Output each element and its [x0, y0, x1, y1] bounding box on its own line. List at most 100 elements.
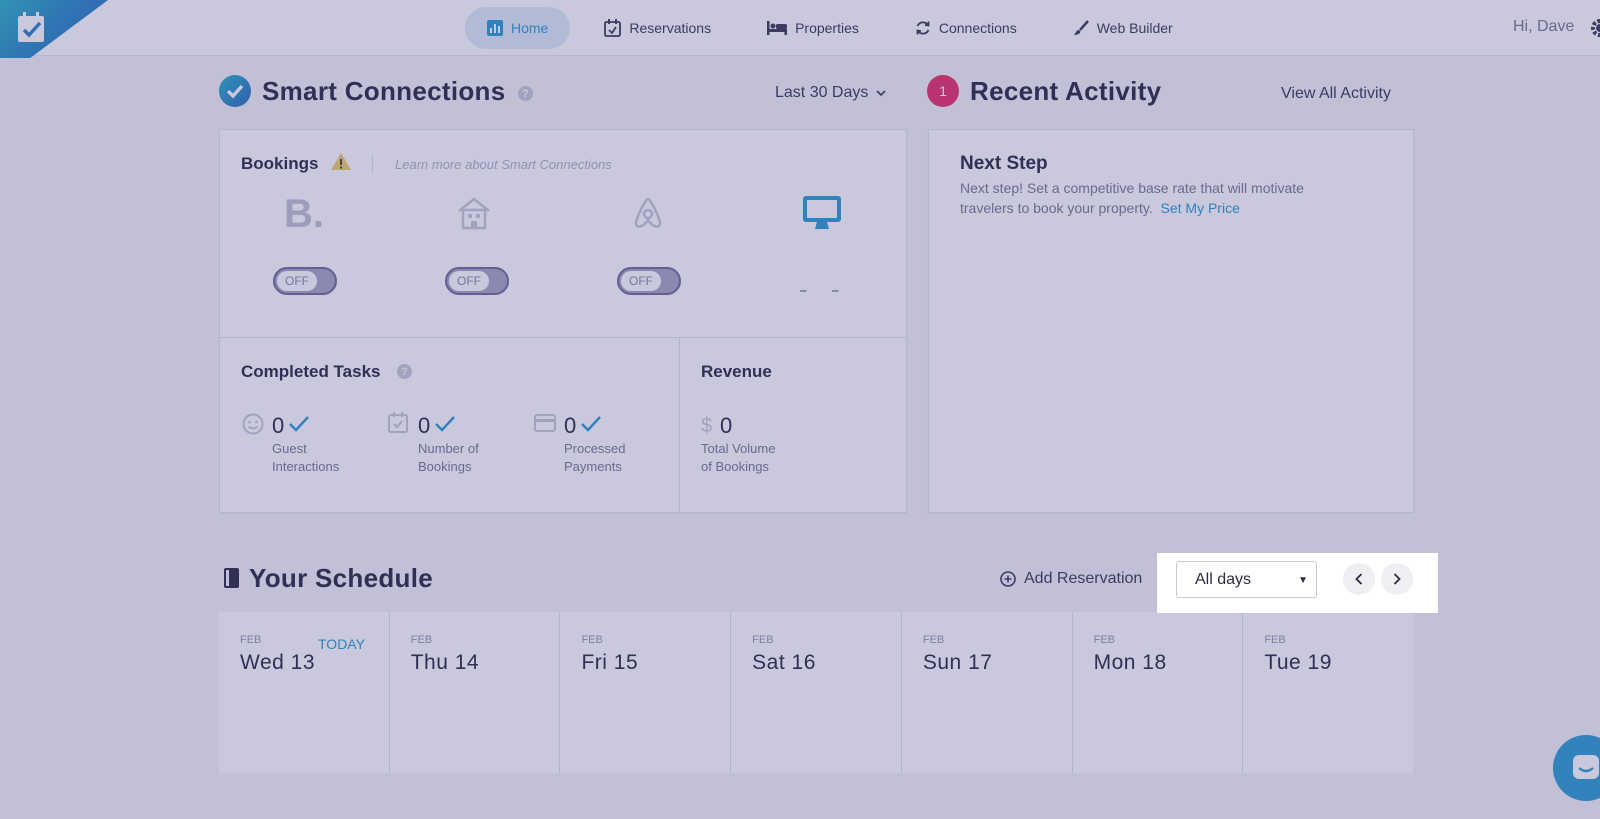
- day-column[interactable]: FEB Mon 18: [1072, 612, 1244, 773]
- bed-icon: [767, 21, 788, 35]
- booking-com-icon: B.: [284, 192, 324, 236]
- next-week-button[interactable]: [1381, 563, 1413, 595]
- bar-chart-icon: [487, 20, 503, 36]
- day-column[interactable]: FEB Sun 17: [901, 612, 1073, 773]
- user-greeting[interactable]: Hi, Dave: [1513, 18, 1574, 36]
- revenue-value: 0: [720, 413, 733, 438]
- day-month: FEB: [752, 634, 774, 646]
- days-filter-select[interactable]: All days ▼: [1176, 561, 1317, 598]
- dollar-icon: $: [701, 415, 713, 437]
- app-logo[interactable]: [0, 0, 108, 58]
- smiley-icon: [242, 413, 264, 435]
- prev-week-button[interactable]: [1343, 563, 1375, 595]
- day-name: Mon 18: [1093, 651, 1167, 674]
- add-reservation-label: Add Reservation: [1024, 570, 1143, 587]
- day-column[interactable]: FEB Fri 15: [560, 612, 732, 773]
- next-step-title: Next Step: [960, 153, 1048, 174]
- day-name: Sun 17: [922, 651, 993, 674]
- nav-web-builder-label: Web Builder: [1096, 20, 1173, 36]
- chat-launcher[interactable]: [1553, 735, 1600, 801]
- schedule-days: FEB TODAY Wed 13 FEB Thu 14 FEB Fri 15 F…: [219, 612, 1414, 773]
- stat-label-line: Bookings: [418, 459, 472, 474]
- learn-more-link[interactable]: Learn more about Smart Connections: [395, 157, 612, 172]
- days-filter-value: All days: [1195, 571, 1252, 588]
- processed-payments-label: Processed Payments: [564, 440, 625, 476]
- day-month: FEB: [240, 634, 262, 646]
- book-icon: [224, 568, 239, 588]
- day-column[interactable]: FEB Thu 14: [389, 612, 561, 773]
- checkmark-icon: [581, 416, 601, 432]
- day-month: FEB: [410, 634, 433, 646]
- homeaway-toggle[interactable]: OFF: [445, 267, 509, 295]
- nav-web-builder[interactable]: Web Builder: [1051, 7, 1195, 49]
- toggle-off-label: OFF: [449, 271, 489, 291]
- next-step-text: Next step! Set a competitive base rate t…: [960, 179, 1320, 218]
- checkmark-icon: [289, 416, 309, 432]
- date-range-dropdown[interactable]: Last 30 Days: [775, 84, 886, 102]
- set-my-price-link[interactable]: Set My Price: [1161, 200, 1240, 216]
- nav-home-label: Home: [511, 20, 549, 36]
- day-name: Tue 19: [1264, 651, 1332, 674]
- processed-payments-value: 0: [564, 413, 577, 438]
- chevron-down-icon: [876, 89, 886, 96]
- help-icon[interactable]: ?: [397, 364, 412, 379]
- divider: [372, 154, 373, 174]
- booking-com-toggle[interactable]: OFF: [273, 267, 337, 295]
- recent-activity-title: Recent Activity: [970, 76, 1162, 106]
- nav-properties[interactable]: Properties: [745, 7, 881, 49]
- credit-card-icon: [534, 414, 556, 432]
- add-reservation-button[interactable]: Add Reservation: [1000, 570, 1142, 588]
- nav-properties-label: Properties: [795, 20, 859, 36]
- gear-icon[interactable]: [1588, 18, 1600, 38]
- smart-connections-logo: [219, 75, 251, 107]
- day-month: FEB: [1264, 634, 1286, 646]
- sync-icon: [916, 21, 930, 35]
- help-icon[interactable]: ?: [518, 86, 533, 101]
- checkmark-icon: [435, 416, 455, 432]
- view-all-activity-link[interactable]: View All Activity: [1281, 85, 1391, 103]
- bookings-label: Bookings: [241, 154, 319, 173]
- day-name: Fri 15: [581, 651, 639, 674]
- divider: [679, 337, 680, 513]
- stat-label-line: Interactions: [272, 459, 340, 474]
- top-navigation: Home Reservations Properties Connections…: [0, 0, 1600, 58]
- revenue-label: Total Volume of Bookings: [701, 440, 775, 476]
- day-column[interactable]: FEB Sat 16: [731, 612, 902, 773]
- caret-down-icon: ▼: [1298, 575, 1308, 586]
- brush-icon: [1073, 20, 1089, 35]
- number-of-bookings-value: 0: [418, 413, 431, 438]
- day-column[interactable]: FEB Tue 19: [1243, 612, 1414, 773]
- today-label: TODAY: [318, 636, 365, 652]
- main-nav: Home Reservations Properties Connections…: [465, 7, 1207, 49]
- day-month: FEB: [1093, 634, 1115, 646]
- guest-interactions-label: Guest Interactions: [272, 440, 339, 476]
- nav-connections-label: Connections: [938, 20, 1017, 36]
- nav-home[interactable]: Home: [465, 7, 571, 49]
- nav-reservations[interactable]: Reservations: [582, 7, 733, 49]
- day-column[interactable]: FEB TODAY Wed 13: [219, 612, 390, 773]
- guest-interactions-value: 0: [272, 413, 285, 438]
- toggle-off-label: OFF: [621, 271, 661, 291]
- day-month: FEB: [922, 634, 945, 646]
- date-range-label: Last 30 Days: [775, 84, 869, 101]
- day-month: FEB: [581, 634, 603, 646]
- desktop-icon: [803, 196, 841, 229]
- warning-icon[interactable]: [330, 152, 352, 171]
- day-name: Wed 13: [240, 651, 315, 674]
- plus-circle-icon: [1000, 571, 1016, 587]
- activity-count-badge: 1: [927, 75, 959, 107]
- completed-tasks-title: Completed Tasks: [241, 362, 381, 381]
- nav-reservations-label: Reservations: [629, 20, 712, 36]
- home-icon: [458, 197, 490, 230]
- calendar-check-icon: [388, 412, 408, 433]
- number-of-bookings-label: Number of Bookings: [418, 440, 479, 476]
- stat-label-line: of Bookings: [701, 459, 769, 474]
- airbnb-toggle[interactable]: OFF: [617, 267, 681, 295]
- day-name: Thu 14: [410, 651, 480, 674]
- calendar-check-logo-icon: [18, 12, 44, 42]
- smart-connections-card: Bookings Learn more about Smart Connecti…: [219, 129, 907, 513]
- toggle-off-label: OFF: [277, 271, 317, 291]
- check-icon: [226, 84, 244, 99]
- nav-connections[interactable]: Connections: [893, 7, 1039, 49]
- stat-label-line: Number of: [418, 441, 479, 456]
